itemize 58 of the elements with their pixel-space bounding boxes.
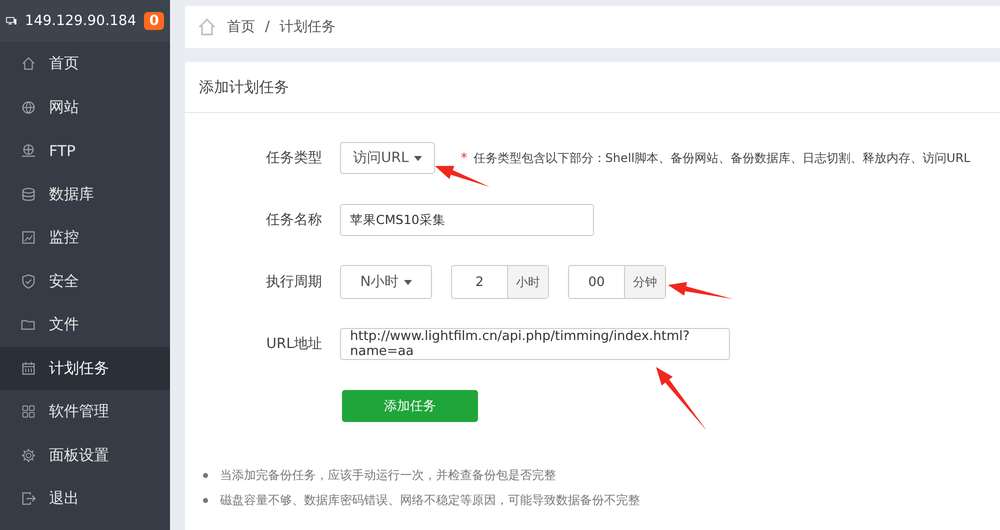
field-label: URL地址 xyxy=(265,335,322,353)
sidebar-item[interactable]: 网站 xyxy=(0,86,170,129)
monitor-icon xyxy=(21,230,36,246)
task-name-field[interactable]: 苹果CMS10采集 xyxy=(340,204,594,236)
gear-icon xyxy=(21,448,36,463)
exit-icon xyxy=(21,491,36,506)
period-dropdown[interactable]: N小时 xyxy=(340,265,432,299)
sidebar-label: 计划任务 xyxy=(49,358,109,378)
sidebar-item[interactable]: 软件管理 xyxy=(0,390,170,434)
breadcrumb-link[interactable]: 首页 xyxy=(227,18,255,36)
caret-icon xyxy=(404,280,412,284)
sidebar-label: 面板设置 xyxy=(49,446,109,465)
sidebar-item[interactable]: FTP xyxy=(0,129,170,172)
sidebar-label: 网站 xyxy=(49,98,79,117)
annotation-arrow xyxy=(656,367,707,431)
field-label: 执行周期 xyxy=(265,273,322,291)
shield-icon xyxy=(21,274,36,289)
sidebar-label: 数据库 xyxy=(49,184,94,204)
task-type-dropdown[interactable]: 访问URL xyxy=(340,142,435,174)
sidebar-item[interactable]: 文件 xyxy=(0,303,170,346)
annotation-arrow xyxy=(668,282,733,299)
url-field[interactable]: http://www.lightfilm.cn/api.php/timming/index.html?name=aa xyxy=(340,328,730,360)
sidebar-label: 监控 xyxy=(49,228,79,248)
note-text: 当添加完备份任务，应该手动运行一次，并检查备份包是否完整 xyxy=(220,467,556,484)
server-ip: 149.129.90.184 xyxy=(24,13,136,29)
calendar-icon xyxy=(21,360,36,376)
sidebar-label: FTP xyxy=(49,142,76,160)
sidebar-item[interactable]: 退出 xyxy=(0,477,170,520)
breadcrumb-current: 计划任务 xyxy=(280,18,336,36)
hint-text: 任务类型包含以下部分：Shell脚本、备份网站、备份数据库、日志切割、释放内存、访问URL xyxy=(473,150,970,166)
bullet-icon xyxy=(203,473,208,478)
sidebar-item[interactable]: 面板设置 xyxy=(0,434,170,477)
field-label: 任务类型 xyxy=(265,149,322,167)
breadcrumb-separator: / xyxy=(265,19,270,35)
folder-icon xyxy=(21,317,36,332)
bullet-icon xyxy=(203,498,208,503)
required-mark: * xyxy=(460,150,468,166)
annotation-arrow xyxy=(435,166,490,187)
sidebar-item[interactable]: 监控 xyxy=(0,216,170,260)
sidebar-item[interactable]: 首页 xyxy=(0,42,170,86)
sidebar-item[interactable]: 安全 xyxy=(0,260,170,303)
globe-icon xyxy=(21,100,36,115)
home-icon xyxy=(21,56,36,72)
field-label: 任务名称 xyxy=(265,211,322,229)
sidebar-label: 文件 xyxy=(49,315,79,334)
grid-icon xyxy=(21,404,36,420)
sidebar-label: 首页 xyxy=(49,54,79,74)
sidebar-label: 安全 xyxy=(49,272,79,291)
note-text: 磁盘容量不够、数据库密码错误、网络不稳定等原因，可能导致数据备份不完整 xyxy=(220,492,640,509)
sidebar-label: 退出 xyxy=(49,489,79,508)
sidebar-item[interactable]: 计划任务 xyxy=(0,346,170,390)
home-icon[interactable] xyxy=(197,17,217,37)
sidebar-item[interactable]: 数据库 xyxy=(0,172,170,216)
ftp-icon xyxy=(21,143,36,158)
sidebar-label: 软件管理 xyxy=(49,402,109,422)
database-icon xyxy=(21,186,36,202)
card-title: 添加计划任务 xyxy=(185,62,1000,113)
caret-icon xyxy=(414,156,422,160)
